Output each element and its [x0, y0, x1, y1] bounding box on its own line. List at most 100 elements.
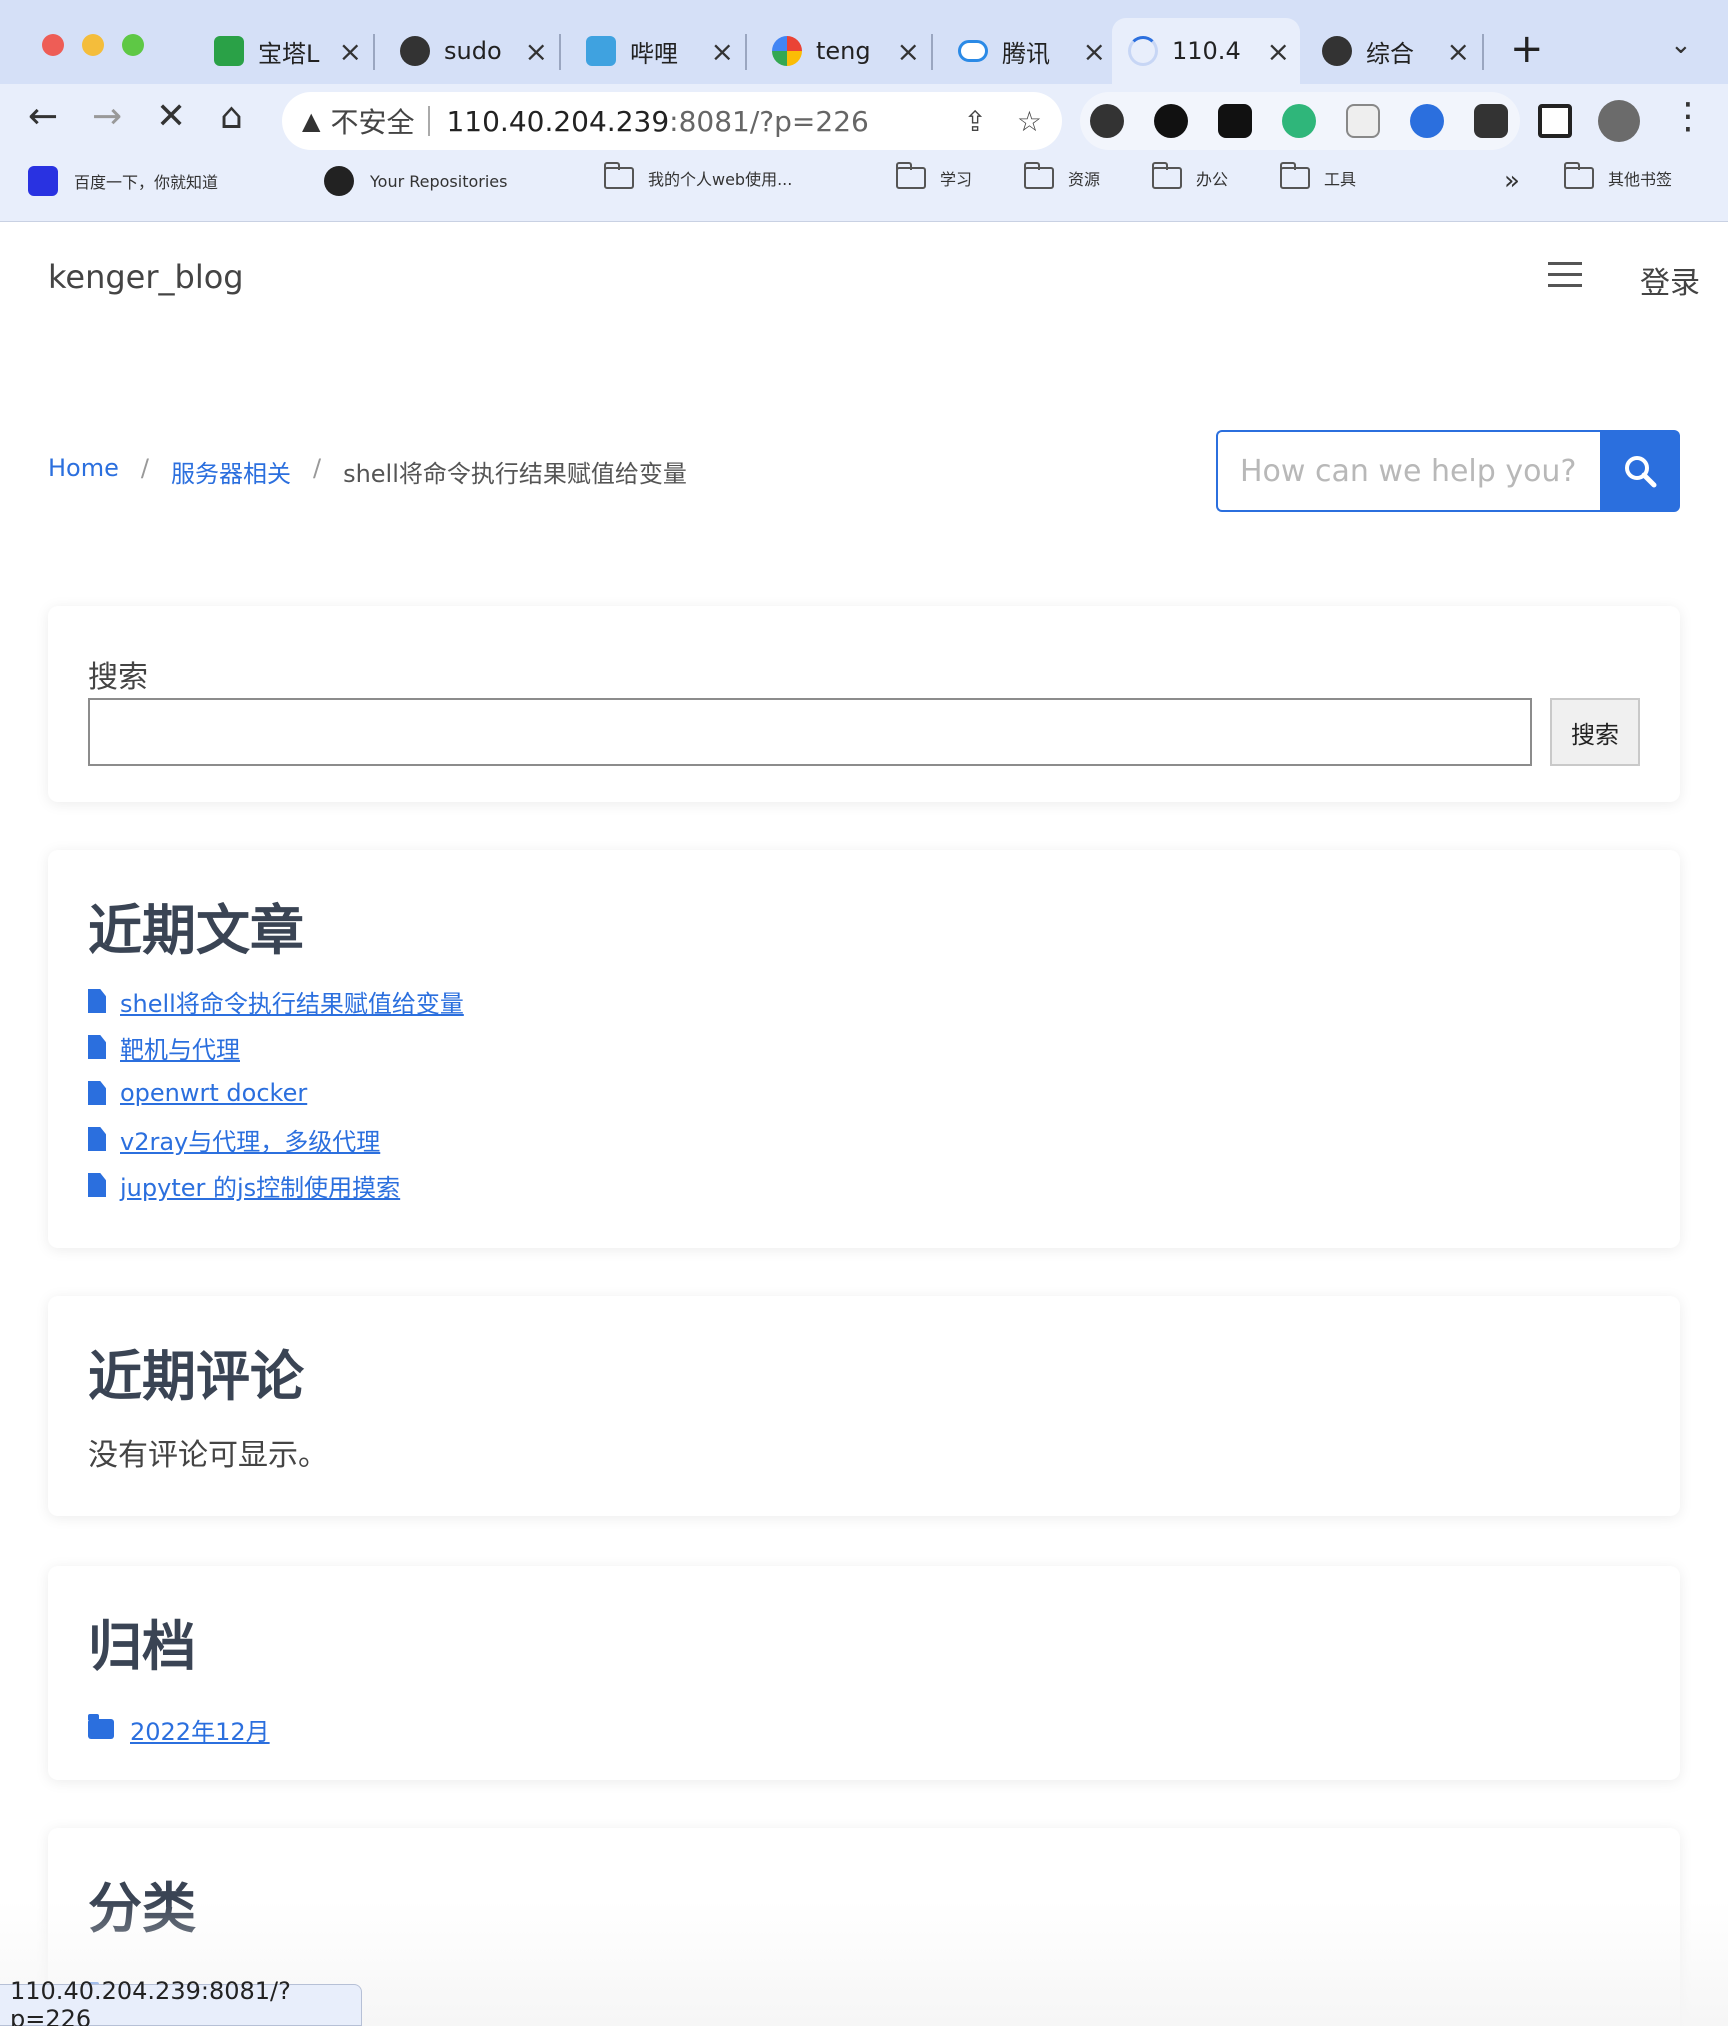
folder-icon — [1280, 162, 1310, 189]
forward-button[interactable]: → — [92, 96, 122, 137]
recent-comments-widget: 近期评论 没有评论可显示。 — [48, 1296, 1680, 1516]
bookmark-baidu[interactable]: 百度一下，你就知道 — [28, 166, 218, 196]
archives-title: 归档 — [88, 1615, 196, 1678]
header-search-input[interactable]: How can we help you? — [1216, 430, 1600, 512]
no-comments-text: 没有评论可显示。 — [88, 1438, 328, 1473]
bookmark-folder-other[interactable]: 其他书签 — [1564, 162, 1672, 190]
header-search: How can we help you? — [1216, 430, 1680, 512]
archives-list: 2022年12月 — [88, 1706, 270, 1752]
side-panel-icon[interactable] — [1538, 104, 1572, 138]
folder-icon — [1152, 162, 1182, 189]
list-item: v2ray与代理，多级代理 — [88, 1116, 464, 1162]
search-widget: 搜索 搜索 — [48, 606, 1680, 802]
close-icon[interactable]: × — [711, 35, 734, 68]
profile-avatar[interactable] — [1598, 100, 1640, 142]
folder-icon — [604, 162, 634, 189]
tab-title: 综合 — [1366, 39, 1414, 68]
share-icon[interactable]: ⇪ — [963, 105, 986, 138]
login-link[interactable]: 登录 — [1640, 258, 1700, 302]
breadcrumb-current: shell将命令执行结果赋值给变量 — [343, 460, 687, 488]
bookmark-star-icon[interactable]: ☆ — [1017, 105, 1042, 138]
close-icon[interactable]: × — [1267, 35, 1290, 68]
breadcrumb-category[interactable]: 服务器相关 — [171, 454, 291, 489]
globe-icon — [1322, 36, 1352, 66]
incognito-extension-icon[interactable] — [1090, 104, 1124, 138]
post-link[interactable]: v2ray与代理，多级代理 — [120, 1122, 380, 1157]
list-item: jupyter 的js控制使用摸索 — [88, 1162, 464, 1208]
list-item: openwrt docker — [88, 1070, 464, 1116]
tab-baota[interactable]: 宝塔L × — [198, 18, 372, 84]
record-extension-icon[interactable] — [1154, 104, 1188, 138]
menu-hamburger-icon[interactable] — [1548, 262, 1582, 295]
warning-icon[interactable]: ▲ — [302, 107, 320, 135]
folder-icon — [1564, 162, 1594, 189]
bookmarks-overflow-button[interactable]: » — [1504, 166, 1520, 196]
home-button[interactable]: ⌂ — [220, 96, 243, 137]
tab-title: 宝塔L — [258, 39, 320, 68]
tampermonkey-extension-icon[interactable] — [1218, 104, 1252, 138]
tab-sudo[interactable]: sudo × — [384, 18, 558, 84]
recent-posts-title: 近期文章 — [88, 899, 304, 962]
browser-chrome: 宝塔L × sudo × 哔哩 × teng × 腾讯 × 110.4 × 综合… — [0, 0, 1728, 222]
bookmark-folder-office[interactable]: 办公 — [1152, 162, 1228, 190]
tab-title: sudo — [444, 37, 502, 65]
bookmark-folder-study[interactable]: 学习 — [896, 162, 972, 190]
document-icon — [88, 989, 106, 1013]
recent-comments-title: 近期评论 — [88, 1345, 304, 1408]
google-icon — [772, 36, 802, 66]
bookmark-github[interactable]: Your Repositories — [324, 166, 507, 196]
tab-bilibili[interactable]: 哔哩 × — [570, 18, 744, 84]
minimize-window-button[interactable] — [82, 34, 104, 56]
post-link[interactable]: openwrt docker — [120, 1079, 307, 1107]
zoom-window-button[interactable] — [122, 34, 144, 56]
search-widget-button[interactable]: 搜索 — [1550, 698, 1640, 766]
search-widget-input[interactable] — [88, 698, 1532, 766]
menu-kebab-icon[interactable]: ⋮ — [1670, 96, 1706, 137]
close-icon[interactable]: × — [897, 35, 920, 68]
search-widget-label: 搜索 — [88, 660, 148, 695]
list-item: shell将命令执行结果赋值给变量 — [88, 978, 464, 1024]
bookmark-folder-resources[interactable]: 资源 — [1024, 162, 1100, 190]
post-link[interactable]: 靶机与代理 — [120, 1030, 240, 1065]
loading-spinner-icon — [1128, 36, 1158, 66]
close-icon[interactable]: × — [1083, 35, 1106, 68]
recent-posts-list: shell将命令执行结果赋值给变量 靶机与代理 openwrt docker v… — [88, 978, 464, 1208]
globe-icon — [400, 36, 430, 66]
close-icon[interactable]: × — [1447, 35, 1470, 68]
back-button[interactable]: ← — [28, 96, 58, 137]
breadcrumb-home[interactable]: Home — [48, 454, 119, 489]
tab-title: 110.4 — [1172, 37, 1241, 65]
tab-zonghe[interactable]: 综合 × — [1306, 18, 1480, 84]
tab-current[interactable]: 110.4 × — [1112, 18, 1300, 84]
archive-link[interactable]: 2022年12月 — [130, 1712, 270, 1747]
baidu-icon — [28, 166, 58, 196]
bilibili-icon — [586, 36, 616, 66]
site-brand[interactable]: kenger_blog — [48, 258, 244, 296]
stop-loading-button[interactable]: ✕ — [156, 96, 186, 137]
folder-icon — [896, 162, 926, 189]
post-link[interactable]: jupyter 的js控制使用摸索 — [120, 1168, 400, 1203]
bookmark-folder-personal-web[interactable]: 我的个人web使用... — [604, 162, 792, 190]
address-bar[interactable]: ▲ 不安全 110.40.204.239 :8081/?p=226 ⇪ ☆ — [282, 92, 1062, 150]
tab-tencent-cloud[interactable]: 腾讯 × — [942, 18, 1116, 84]
close-window-button[interactable] — [42, 34, 64, 56]
new-tab-button[interactable]: + — [1510, 26, 1544, 72]
bookmark-folder-tools[interactable]: 工具 — [1280, 162, 1356, 190]
post-link[interactable]: shell将命令执行结果赋值给变量 — [120, 984, 464, 1019]
tab-title: 哔哩 — [630, 39, 678, 68]
archives-widget: 归档 2022年12月 — [48, 1566, 1680, 1780]
extensions-puzzle-icon[interactable] — [1474, 104, 1508, 138]
sync-extension-icon[interactable] — [1282, 104, 1316, 138]
document-icon — [88, 1035, 106, 1059]
password-extension-icon[interactable] — [1410, 104, 1444, 138]
document-extension-icon[interactable] — [1346, 104, 1380, 138]
github-icon — [324, 166, 354, 196]
list-item: 2022年12月 — [88, 1706, 270, 1752]
close-icon[interactable]: × — [525, 35, 548, 68]
close-icon[interactable]: × — [339, 35, 362, 68]
tab-search-button[interactable]: ⌄ — [1670, 30, 1692, 60]
tab-google[interactable]: teng × — [756, 18, 930, 84]
recent-posts-widget: 近期文章 shell将命令执行结果赋值给变量 靶机与代理 openwrt doc… — [48, 850, 1680, 1248]
security-label[interactable]: 不安全 — [330, 101, 414, 141]
header-search-button[interactable] — [1600, 430, 1680, 512]
